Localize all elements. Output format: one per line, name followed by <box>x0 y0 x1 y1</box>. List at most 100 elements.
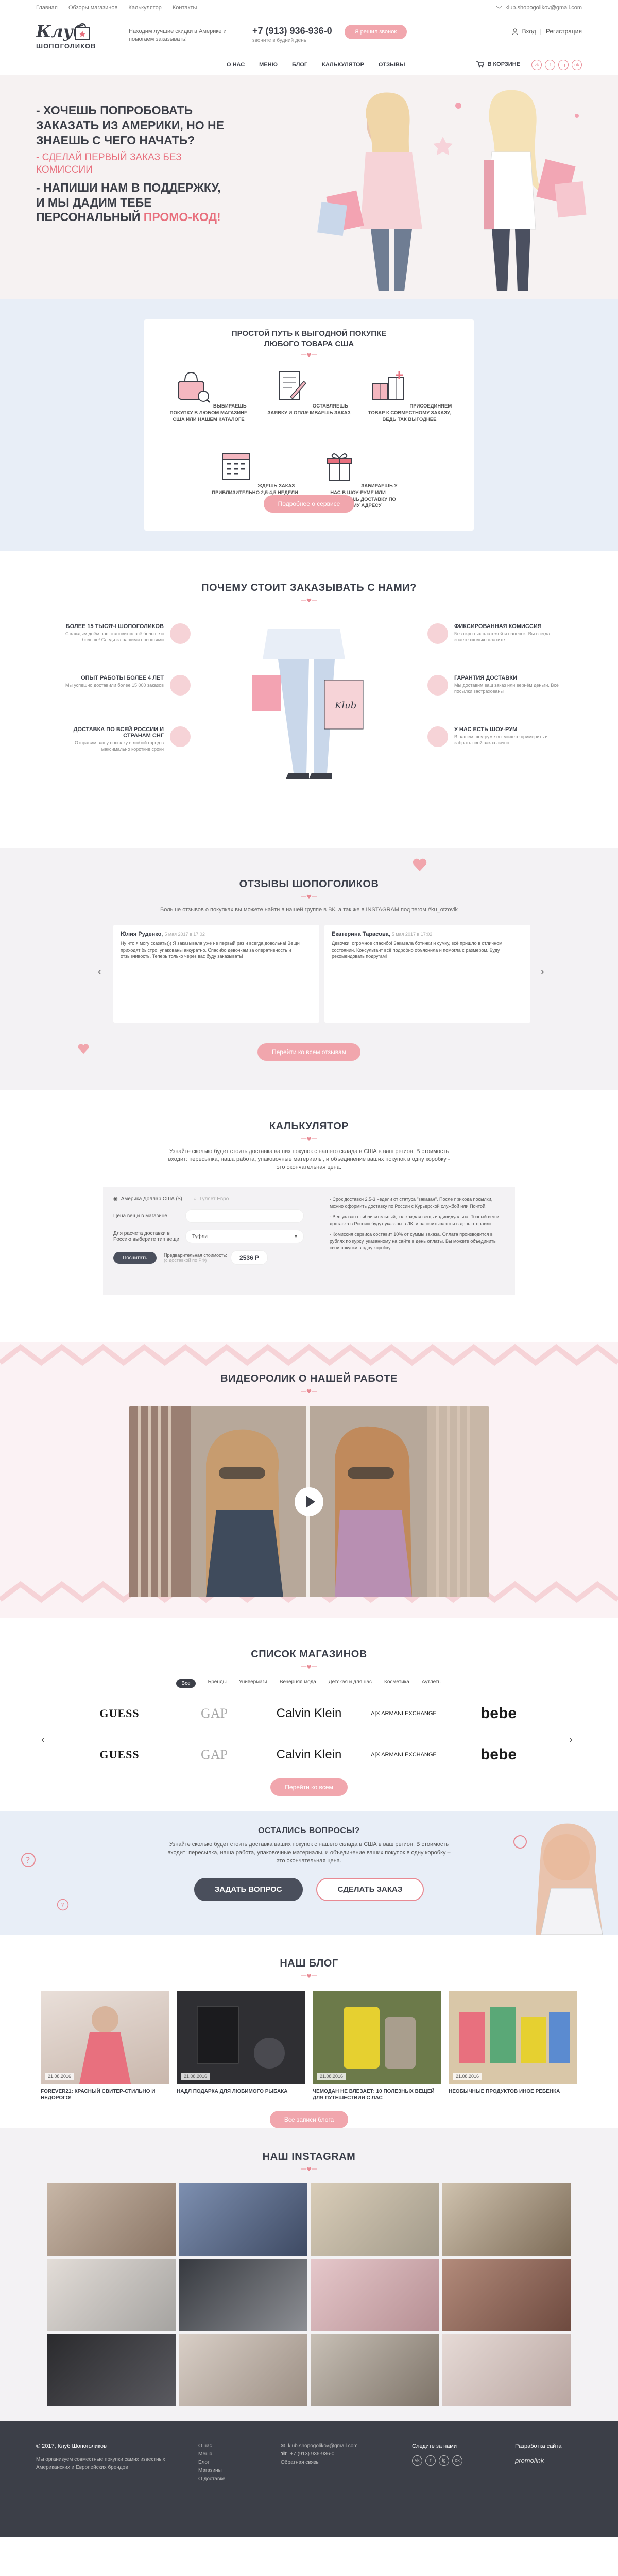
footer-link[interactable]: Меню <box>198 2450 225 2459</box>
brands-next-arrow-icon[interactable]: › <box>569 1734 573 1746</box>
blog-post-date: 21.08.2016 <box>45 2073 75 2080</box>
blog-post[interactable]: 21.08.2016 НЕОБЫЧНЫЕ ПРОДУКТОВ ИНОЕ РЕБЕ… <box>449 1991 577 2102</box>
logo[interactable]: Клуб ШОПОГОЛИКОВ <box>36 22 98 58</box>
call-button[interactable]: Я решил звонок <box>344 25 407 39</box>
radio-usd-icon[interactable]: ◉ <box>113 1196 118 1202</box>
phone-icon: ☎ <box>281 2451 287 2457</box>
instagram-photo[interactable] <box>311 2334 439 2406</box>
brand-logo[interactable]: bebe <box>451 1744 546 1765</box>
tab-evening[interactable]: Вечерняя мода <box>280 1679 316 1688</box>
brand-logo[interactable]: GUESS <box>72 1703 167 1724</box>
brand-logo[interactable]: GAP <box>167 1744 262 1765</box>
blog-post[interactable]: 21.08.2016 ЧЕМОДАН НЕ ВЛЕЗАЕТ: 10 ПОЛЕЗН… <box>313 1991 441 2102</box>
make-order-button[interactable]: СДЕЛАТЬ ЗАКАЗ <box>316 1877 424 1901</box>
brand-logo[interactable]: GAP <box>167 1703 262 1724</box>
instagram-photo[interactable] <box>47 2183 176 2256</box>
why-title: ПОЧЕМУ СТОИТ ЗАКАЗЫВАТЬ С НАМИ? <box>201 582 417 594</box>
instagram-photo[interactable] <box>179 2259 307 2331</box>
calculate-button[interactable]: Посчитать <box>113 1251 157 1264</box>
topbar-link-home[interactable]: Главная <box>36 5 58 11</box>
blog-post-title[interactable]: ЧЕМОДАН НЕ ВЛЕЗАЕТ: 10 ПОЛЕЗНЫХ ВЕЩЕЙ ДЛ… <box>313 2088 441 2102</box>
blog-post-title[interactable]: НЕОБЫЧНЫЕ ПРОДУКТОВ ИНОЕ РЕБЕНКА <box>449 2088 577 2095</box>
instagram-photo[interactable] <box>442 2183 571 2256</box>
ask-question-button[interactable]: ЗАДАТЬ ВОПРОС <box>194 1877 303 1901</box>
footer-link[interactable]: О нас <box>198 2442 225 2450</box>
instagram-photo[interactable] <box>179 2334 307 2406</box>
brand-logo[interactable]: bebe <box>451 1703 546 1724</box>
footer-email-row[interactable]: ✉ klub.shopogolikov@gmail.com <box>281 2442 358 2450</box>
blog-post-title[interactable]: НАДЛ ПОДАРКА ДЛЯ ЛЮБИМОГО РЫБАКА <box>177 2088 305 2095</box>
tab-brands[interactable]: Бренды <box>208 1679 227 1688</box>
footer-link[interactable]: Магазины <box>198 2467 225 2475</box>
register-link[interactable]: Регистрация <box>546 28 582 35</box>
footer-about: © 2017, Клуб Шопоголиков Мы организуем с… <box>36 2442 175 2472</box>
brand-logo[interactable]: Calvin Klein <box>262 1703 356 1724</box>
tab-kids[interactable]: Детская и для нас <box>329 1679 372 1688</box>
footer-feedback[interactable]: Обратная связь <box>281 2459 358 2467</box>
vk-icon[interactable]: vk <box>412 2455 422 2466</box>
brand-logo[interactable]: Calvin Klein <box>262 1744 356 1765</box>
tab-all[interactable]: Все <box>176 1679 196 1688</box>
type-select[interactable]: Туфли ▾ <box>185 1230 304 1244</box>
play-icon[interactable] <box>294 1486 324 1517</box>
footer-phone-row[interactable]: ☎ +7 (913) 936-936-0 <box>281 2450 358 2459</box>
all-reviews-button[interactable]: Перейти ко всем отзывам <box>258 1043 360 1061</box>
reviews-prev-arrow-icon[interactable]: ‹ <box>98 966 101 978</box>
login-link[interactable]: Вход <box>522 28 536 35</box>
instagram-photo[interactable] <box>442 2259 571 2331</box>
review-name: Екатерина Тарасова, <box>332 931 390 937</box>
radio-eur-icon[interactable]: ○ <box>194 1196 197 1202</box>
feature-showroom: У НАС ЕСТЬ ШОУ-РУМ В нашем шоу-руме вы мо… <box>427 726 561 747</box>
odnoklassniki-icon[interactable]: ok <box>452 2455 462 2466</box>
nav-blog[interactable]: БЛОГ <box>292 62 307 68</box>
cart[interactable]: В КОРЗИНЕ <box>476 61 520 68</box>
divider-heart-icon <box>301 353 317 357</box>
topbar-link-reviews[interactable]: Обзоры магазинов <box>68 5 117 11</box>
blog-post[interactable]: 21.08.2016 НАДЛ ПОДАРКА ДЛЯ ЛЮБИМОГО РЫБ… <box>177 1991 305 2102</box>
all-blog-posts-button[interactable]: Все записи блога <box>269 2111 349 2128</box>
nav-reviews[interactable]: ОТЗЫВЫ <box>379 62 405 68</box>
hero-line-3: - НАПИШИ НАМ В ПОДДЕРЖКУ, И МЫ ДАДИМ ТЕБ… <box>36 180 232 225</box>
feature-commission: ФИКСИРОВАННАЯ КОМИССИЯ Без скрытых платеж… <box>427 623 561 644</box>
vk-icon[interactable]: vk <box>531 60 542 70</box>
instagram-photo[interactable] <box>179 2183 307 2256</box>
instagram-icon[interactable]: ig <box>558 60 569 70</box>
divider-heart-icon <box>301 2167 317 2171</box>
tab-outlets[interactable]: Аутлеты <box>422 1679 442 1688</box>
price-input[interactable] <box>185 1209 304 1223</box>
tab-cosmetics[interactable]: Косметика <box>384 1679 409 1688</box>
phone[interactable]: +7 (913) 936-936-0 <box>252 26 332 37</box>
topbar-email[interactable]: klub.shopogolikov@gmail.com <box>496 5 582 11</box>
all-stores-button[interactable]: Перейти ко всем <box>270 1778 348 1796</box>
review-author: Юлия Руденко, 5 мая 2017 в 17:02 <box>121 931 312 937</box>
nav-about[interactable]: О НАС <box>227 62 245 68</box>
topbar-link-calc[interactable]: Калькулятор <box>128 5 161 11</box>
instagram-photo[interactable] <box>47 2259 176 2331</box>
reviews-next-arrow-icon[interactable]: › <box>541 966 544 978</box>
facebook-icon[interactable]: f <box>425 2455 436 2466</box>
tab-department[interactable]: Универмаги <box>239 1679 267 1688</box>
nav-menu[interactable]: МЕНЮ <box>259 62 278 68</box>
footer-link[interactable]: О доставке <box>198 2475 225 2483</box>
more-about-service-button[interactable]: Подробнее о сервисе <box>263 495 355 513</box>
brand-logo[interactable]: GUESS <box>72 1744 167 1765</box>
blog-post-title[interactable]: FOREVER21: КРАСНЫЙ СВИТЕР-СТИЛЬНО И НЕДО… <box>41 2088 169 2102</box>
footer-dev-name[interactable]: promolink <box>515 2455 561 2466</box>
instagram-photo[interactable] <box>311 2259 439 2331</box>
odnoklassniki-icon[interactable]: ok <box>572 60 582 70</box>
footer-link[interactable]: Блог <box>198 2459 225 2467</box>
instagram-icon[interactable]: ig <box>439 2455 449 2466</box>
blog-post[interactable]: 21.08.2016 FOREVER21: КРАСНЫЙ СВИТЕР-СТИ… <box>41 1991 169 2102</box>
nav-calc[interactable]: КАЛЬКУЛЯТОР <box>322 62 364 68</box>
brand-logo[interactable]: A|X ARMANI EXCHANGE <box>356 1744 451 1765</box>
currency-usd: Америка Доллар США ($) <box>121 1196 182 1202</box>
instagram-photo[interactable] <box>311 2183 439 2256</box>
video-player[interactable] <box>129 1406 489 1597</box>
instagram-photo[interactable] <box>442 2334 571 2406</box>
facebook-icon[interactable]: f <box>545 60 555 70</box>
step-3-text: ПРИСОЕДИНЯЕМ ТОВАР К СОВМЕСТНОМУ ЗАКАЗУ,… <box>368 403 452 422</box>
brand-logo[interactable]: A|X ARMANI EXCHANGE <box>356 1703 451 1724</box>
instagram-photo[interactable] <box>47 2334 176 2406</box>
brands-prev-arrow-icon[interactable]: ‹ <box>41 1734 45 1746</box>
topbar-link-contacts[interactable]: Контакты <box>173 5 197 11</box>
